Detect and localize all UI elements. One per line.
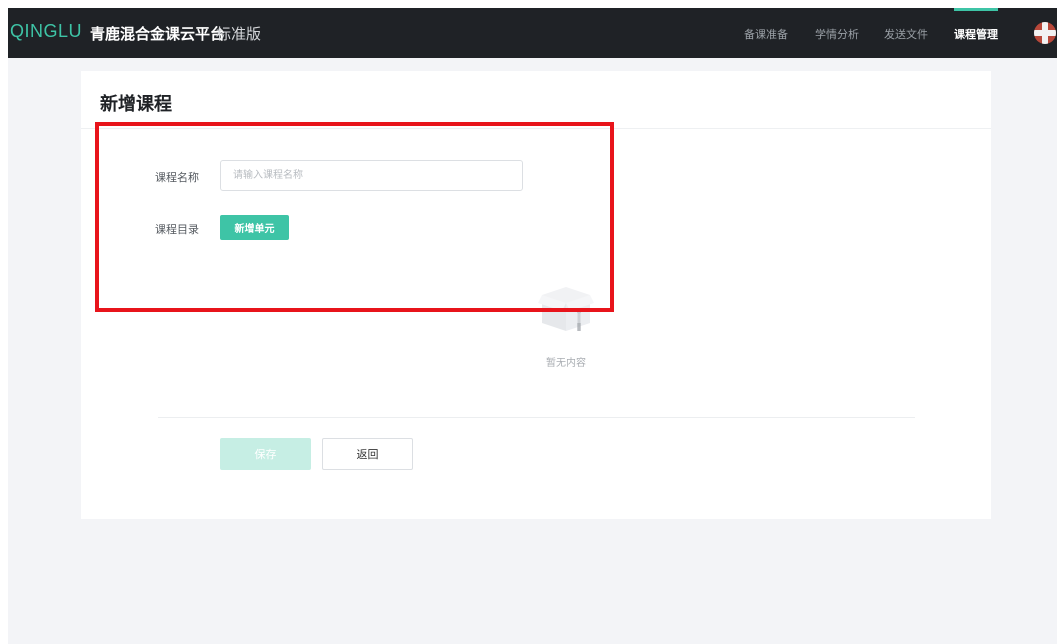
course-catalog-label: 课程目录 (155, 223, 199, 236)
user-avatar[interactable] (1034, 22, 1056, 44)
course-name-label: 课程名称 (155, 171, 199, 184)
nav-item-send-files[interactable]: 发送文件 (884, 26, 928, 42)
empty-state-text: 暂无内容 (546, 358, 586, 369)
brand-logo: QINGLU (10, 21, 83, 41)
back-button[interactable]: 返回 (322, 438, 413, 470)
nav-active-indicator (954, 8, 998, 11)
title-divider (81, 128, 991, 129)
course-name-input[interactable] (220, 160, 523, 191)
platform-name: 青鹿混合金课云平台 (90, 25, 226, 43)
app-frame: QINGLU 青鹿混合金课云平台 标准版 备课准备 学情分析 发送文件 课程管理… (8, 8, 1057, 644)
empty-box-icon (538, 287, 594, 331)
page-title: 新增课程 (100, 94, 172, 115)
nav-item-lesson-prep[interactable]: 备课准备 (744, 26, 788, 42)
save-button[interactable]: 保存 (220, 438, 311, 470)
actions-divider (158, 417, 915, 418)
new-course-card: 新增课程 课程名称 课程目录 新增单元 暂无内容 保存 返回 (81, 71, 991, 519)
top-navigation-bar: QINGLU 青鹿混合金课云平台 标准版 备课准备 学情分析 发送文件 课程管理 (8, 8, 1057, 58)
nav-item-learning-analysis[interactable]: 学情分析 (815, 26, 859, 42)
edition-label: 标准版 (216, 25, 262, 43)
nav-item-course-management[interactable]: 课程管理 (954, 26, 998, 42)
add-unit-button[interactable]: 新增单元 (220, 215, 289, 240)
